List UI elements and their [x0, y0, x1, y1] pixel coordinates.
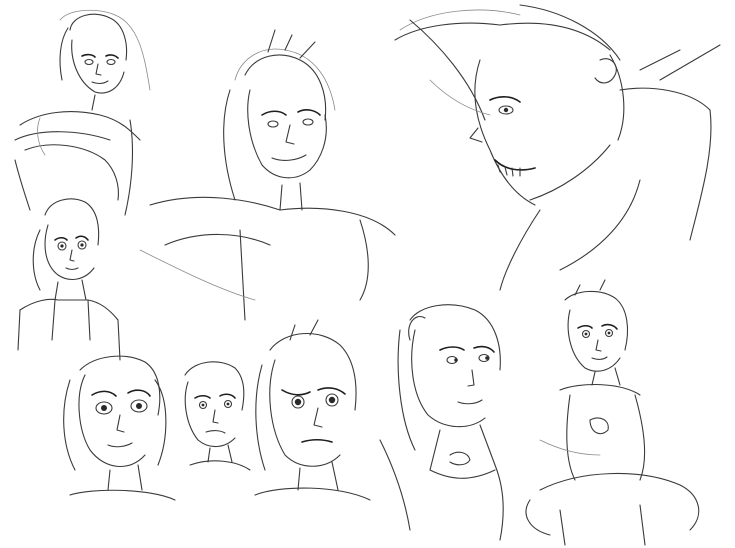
sketch-smirk	[139, 29, 396, 321]
sketch-side-glance	[379, 304, 504, 541]
character-sketches	[14, 4, 721, 546]
sketch-angry-glare	[254, 319, 371, 501]
sketch-sitting	[525, 279, 700, 546]
sketch-arms-crossed	[14, 9, 151, 216]
sketch-big-eyes	[63, 355, 176, 501]
sketch-worried	[17, 198, 121, 361]
sketch-sheet	[0, 0, 735, 548]
sketch-small-frown	[184, 361, 251, 471]
sketch-snarl-profile	[394, 4, 721, 291]
